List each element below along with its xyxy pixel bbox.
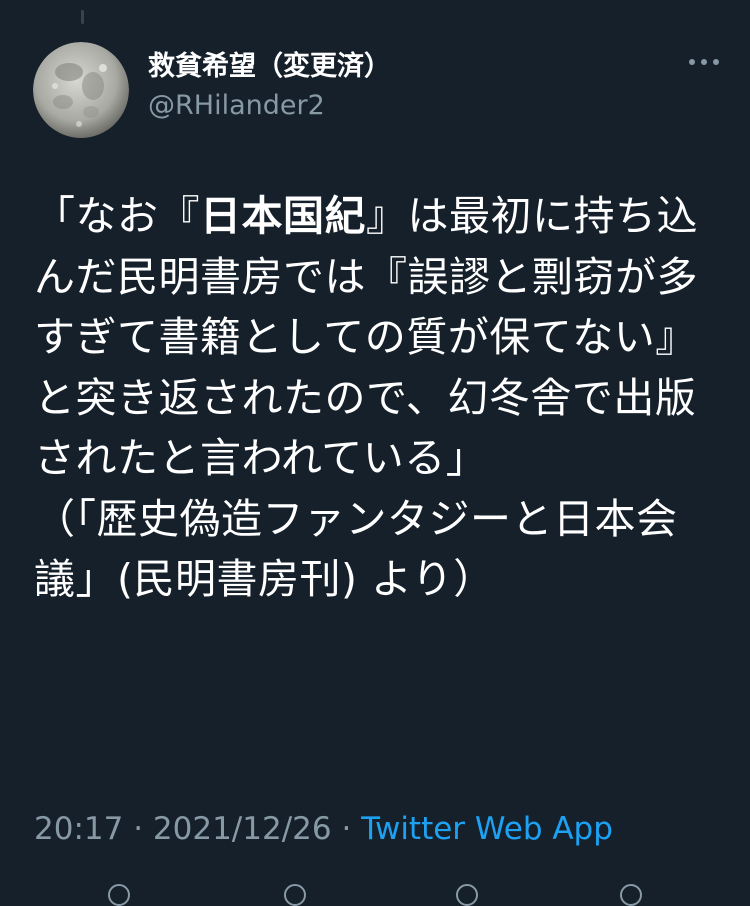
action-bar <box>0 884 750 906</box>
meta-separator: · <box>123 811 153 847</box>
more-horizontal-icon <box>689 59 695 65</box>
user-handle[interactable]: @RHilander2 <box>148 90 325 121</box>
like-icon[interactable] <box>456 884 478 906</box>
tweet-text-segment: （「歴史偽造ファンタジーと日本会議」(民明書房刊) より） <box>34 494 678 604</box>
retweet-icon[interactable] <box>284 884 306 906</box>
more-dot <box>713 59 719 65</box>
more-options-button[interactable] <box>682 48 726 76</box>
tweet-text: 「なお『日本国紀』は最初に持ち込んだ民明書房では『誤謬と剽窃が多すぎて書籍として… <box>34 186 724 610</box>
share-icon[interactable] <box>620 884 642 906</box>
reply-icon[interactable] <box>108 884 130 906</box>
tweet-time[interactable]: 20:17 <box>34 811 123 847</box>
avatar[interactable] <box>33 42 129 138</box>
tweet-text-segment: 「なお『 <box>34 192 200 240</box>
moon-icon <box>33 42 129 138</box>
tweet-date[interactable]: 2021/12/26 <box>153 811 332 847</box>
tweet-text-bold: 日本国紀 <box>200 192 366 240</box>
tweet-meta: 20:17 · 2021/12/26 · Twitter Web App <box>34 811 613 847</box>
thread-connector-line <box>81 10 84 24</box>
meta-separator: · <box>331 811 362 847</box>
more-dot <box>701 59 707 65</box>
display-name[interactable]: 救貧希望（変更済） <box>148 44 391 83</box>
tweet-source-link[interactable]: Twitter Web App <box>361 811 613 847</box>
